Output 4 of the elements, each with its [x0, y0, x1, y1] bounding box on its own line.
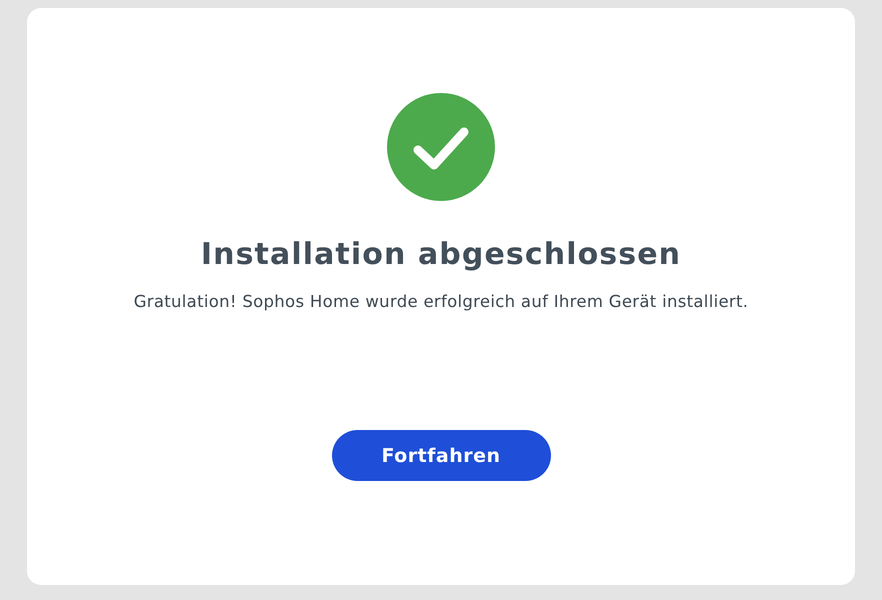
dialog-title: Installation abgeschlossen — [200, 236, 682, 274]
dialog-message: Gratulation! Sophos Home wurde erfolgreich auf Ihrem Gerät installiert. — [134, 291, 748, 313]
success-check-icon — [387, 93, 495, 201]
continue-button[interactable]: Fortfahren — [332, 430, 550, 481]
